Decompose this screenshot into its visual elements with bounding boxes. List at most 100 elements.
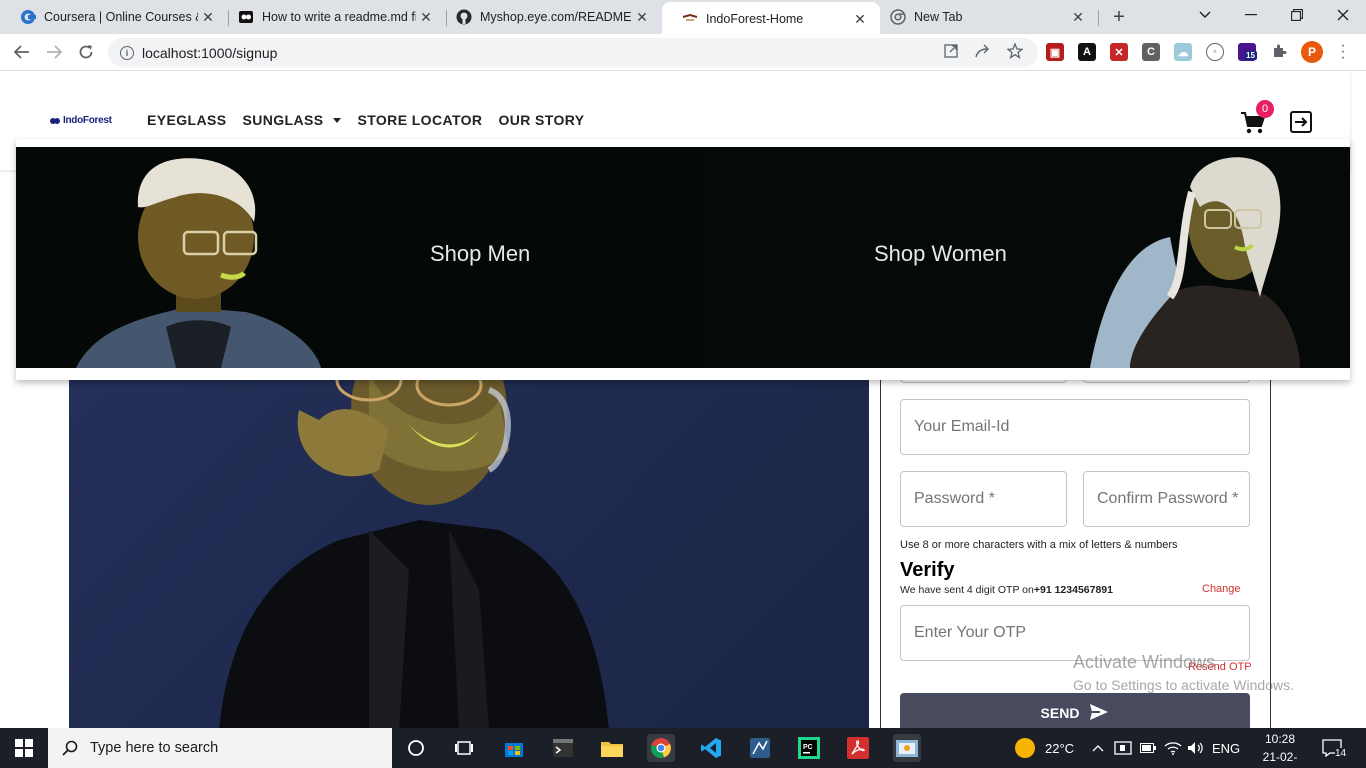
- close-icon[interactable]: ✕: [632, 7, 652, 27]
- extension-icon-badge[interactable]: 15: [1238, 43, 1257, 61]
- readme-icon: [238, 9, 254, 25]
- tab-indoforest[interactable]: IndoForest-Home ✕: [662, 2, 880, 36]
- tab-title: Coursera | Online Courses &: [44, 10, 198, 24]
- share-icon[interactable]: [974, 42, 992, 60]
- tab-github[interactable]: Myshop.eye.com/README.m ✕: [436, 0, 662, 34]
- bookmark-star-icon[interactable]: [1006, 42, 1024, 60]
- back-arrow-icon[interactable]: [10, 40, 34, 64]
- address-bar[interactable]: i localhost:1000/signup: [108, 38, 1038, 67]
- extension-icon-circle[interactable]: ◦: [1206, 43, 1224, 61]
- tab-new-tab[interactable]: New Tab ✕: [870, 0, 1098, 34]
- volume-icon[interactable]: [1187, 728, 1205, 768]
- tab-divider: [1098, 10, 1099, 26]
- forward-arrow-icon[interactable]: [42, 40, 66, 64]
- password-field[interactable]: Password *: [900, 471, 1067, 527]
- chrome-taskbar-icon[interactable]: [647, 734, 675, 762]
- extension-icon-cloud[interactable]: ☁: [1174, 43, 1192, 61]
- windows-start-icon[interactable]: [0, 728, 48, 768]
- system-clock[interactable]: 10:28 21-02-2022: [1250, 730, 1310, 768]
- meet-now-icon[interactable]: [1114, 728, 1132, 768]
- sun-icon: [1015, 738, 1035, 758]
- logo-dot: [54, 117, 60, 124]
- task-view-icon[interactable]: [450, 734, 478, 762]
- language-indicator[interactable]: ENG: [1212, 728, 1240, 768]
- minimize-icon[interactable]: [1228, 0, 1274, 30]
- logout-icon[interactable]: [1289, 110, 1313, 134]
- password-placeholder: Password *: [914, 490, 995, 507]
- extension-icon-c[interactable]: C: [1142, 43, 1160, 61]
- verify-heading: Verify: [900, 559, 955, 581]
- activate-windows-title: Activate Windows: [1073, 652, 1216, 672]
- window-close-icon[interactable]: [1320, 0, 1366, 30]
- confirm-password-placeholder: Confirm Password *: [1097, 490, 1239, 507]
- email-field[interactable]: Your Email-Id: [900, 399, 1250, 455]
- tab-coursera[interactable]: Coursera | Online Courses & ✕: [0, 0, 228, 34]
- url-text[interactable]: localhost:1000/signup: [142, 45, 277, 61]
- send-button[interactable]: SEND: [900, 693, 1250, 728]
- language-label: ENG: [1212, 740, 1241, 756]
- cortana-icon[interactable]: [402, 734, 430, 762]
- weather-widget[interactable]: 22°C: [1015, 728, 1074, 768]
- terminal-icon[interactable]: [549, 734, 577, 762]
- app-blue-icon[interactable]: [746, 734, 774, 762]
- shop-women-panel[interactable]: Shop Women: [700, 147, 1350, 368]
- acrobat-icon[interactable]: [844, 734, 872, 762]
- logo-text: IndoForest: [63, 115, 112, 126]
- microsoft-store-icon[interactable]: [500, 734, 528, 762]
- sunglass-mega-menu: Shop Men Shop Women: [16, 139, 1350, 380]
- taskbar-search-box[interactable]: Type here to search: [48, 728, 392, 768]
- site-info-icon[interactable]: i: [120, 45, 134, 60]
- battery-icon[interactable]: [1140, 728, 1156, 768]
- women-model-image: [1090, 157, 1300, 368]
- extension-icon-red[interactable]: ▣: [1046, 43, 1064, 61]
- change-number-link[interactable]: Change: [1202, 583, 1241, 595]
- tab-title: How to write a readme.md fil: [262, 10, 416, 24]
- close-icon[interactable]: ✕: [198, 7, 218, 27]
- notification-center-icon[interactable]: 14: [1322, 728, 1347, 768]
- nav-sunglass[interactable]: SUNGLASS: [242, 112, 342, 128]
- close-icon[interactable]: ✕: [1068, 7, 1088, 27]
- tab-readme[interactable]: How to write a readme.md fil ✕: [218, 0, 446, 34]
- vscode-icon[interactable]: [697, 734, 725, 762]
- reload-icon[interactable]: [74, 40, 98, 64]
- profile-avatar[interactable]: P: [1301, 41, 1323, 63]
- extension-icon-pink[interactable]: ✕: [1110, 43, 1128, 61]
- browser-menu-icon[interactable]: · · ·: [1336, 38, 1350, 66]
- new-tab-icon[interactable]: +: [1108, 6, 1130, 28]
- send-label: SEND: [1040, 705, 1080, 721]
- file-explorer-icon[interactable]: [598, 734, 626, 762]
- shop-men-label[interactable]: Shop Men: [430, 241, 530, 267]
- browser-toolbar: i localhost:1000/signup ▣ A ✕ C ☁ ◦ 15 P…: [0, 34, 1366, 71]
- close-icon[interactable]: ✕: [850, 9, 870, 29]
- extensions-puzzle-icon[interactable]: [1270, 42, 1288, 60]
- tab-search-chevron-icon[interactable]: [1182, 0, 1228, 30]
- nav-eyeglass[interactable]: EYEGLASS: [147, 112, 226, 128]
- open-in-app-icon[interactable]: [942, 42, 960, 60]
- nav-label: STORE LOCATOR: [357, 112, 483, 128]
- shop-women-label[interactable]: Shop Women: [874, 241, 1007, 267]
- angular-extension-icon[interactable]: A: [1078, 43, 1096, 61]
- nav-our-story[interactable]: OUR STORY: [498, 112, 584, 128]
- restore-icon[interactable]: [1274, 0, 1320, 30]
- show-hidden-icons-icon[interactable]: [1092, 728, 1104, 768]
- weather-temp: 22°C: [1045, 740, 1075, 756]
- pycharm-icon[interactable]: PC: [795, 734, 823, 762]
- site-logo[interactable]: IndoForest: [50, 115, 112, 126]
- nav-store-locator[interactable]: STORE LOCATOR: [357, 112, 482, 128]
- wifi-icon[interactable]: [1164, 728, 1182, 768]
- tab-title: IndoForest-Home: [706, 12, 804, 26]
- search-icon: [62, 740, 78, 756]
- github-icon: [456, 9, 472, 25]
- extension-badge-count: 15: [1244, 51, 1257, 60]
- svg-text:PC: PC: [803, 744, 813, 751]
- send-arrow-icon: [1089, 703, 1109, 724]
- shop-men-panel[interactable]: Shop Men: [16, 147, 700, 368]
- signup-hero-image: [69, 370, 869, 728]
- nav-label: SUNGLASS: [242, 112, 324, 128]
- browser-tab-strip: Coursera | Online Courses & ✕ How to wri…: [0, 0, 1366, 36]
- close-icon[interactable]: ✕: [416, 7, 436, 27]
- clock-time: 10:28: [1264, 732, 1296, 746]
- app-window-icon[interactable]: [893, 734, 921, 762]
- chrome-icon: [890, 9, 906, 25]
- confirm-password-field[interactable]: Confirm Password *: [1083, 471, 1250, 527]
